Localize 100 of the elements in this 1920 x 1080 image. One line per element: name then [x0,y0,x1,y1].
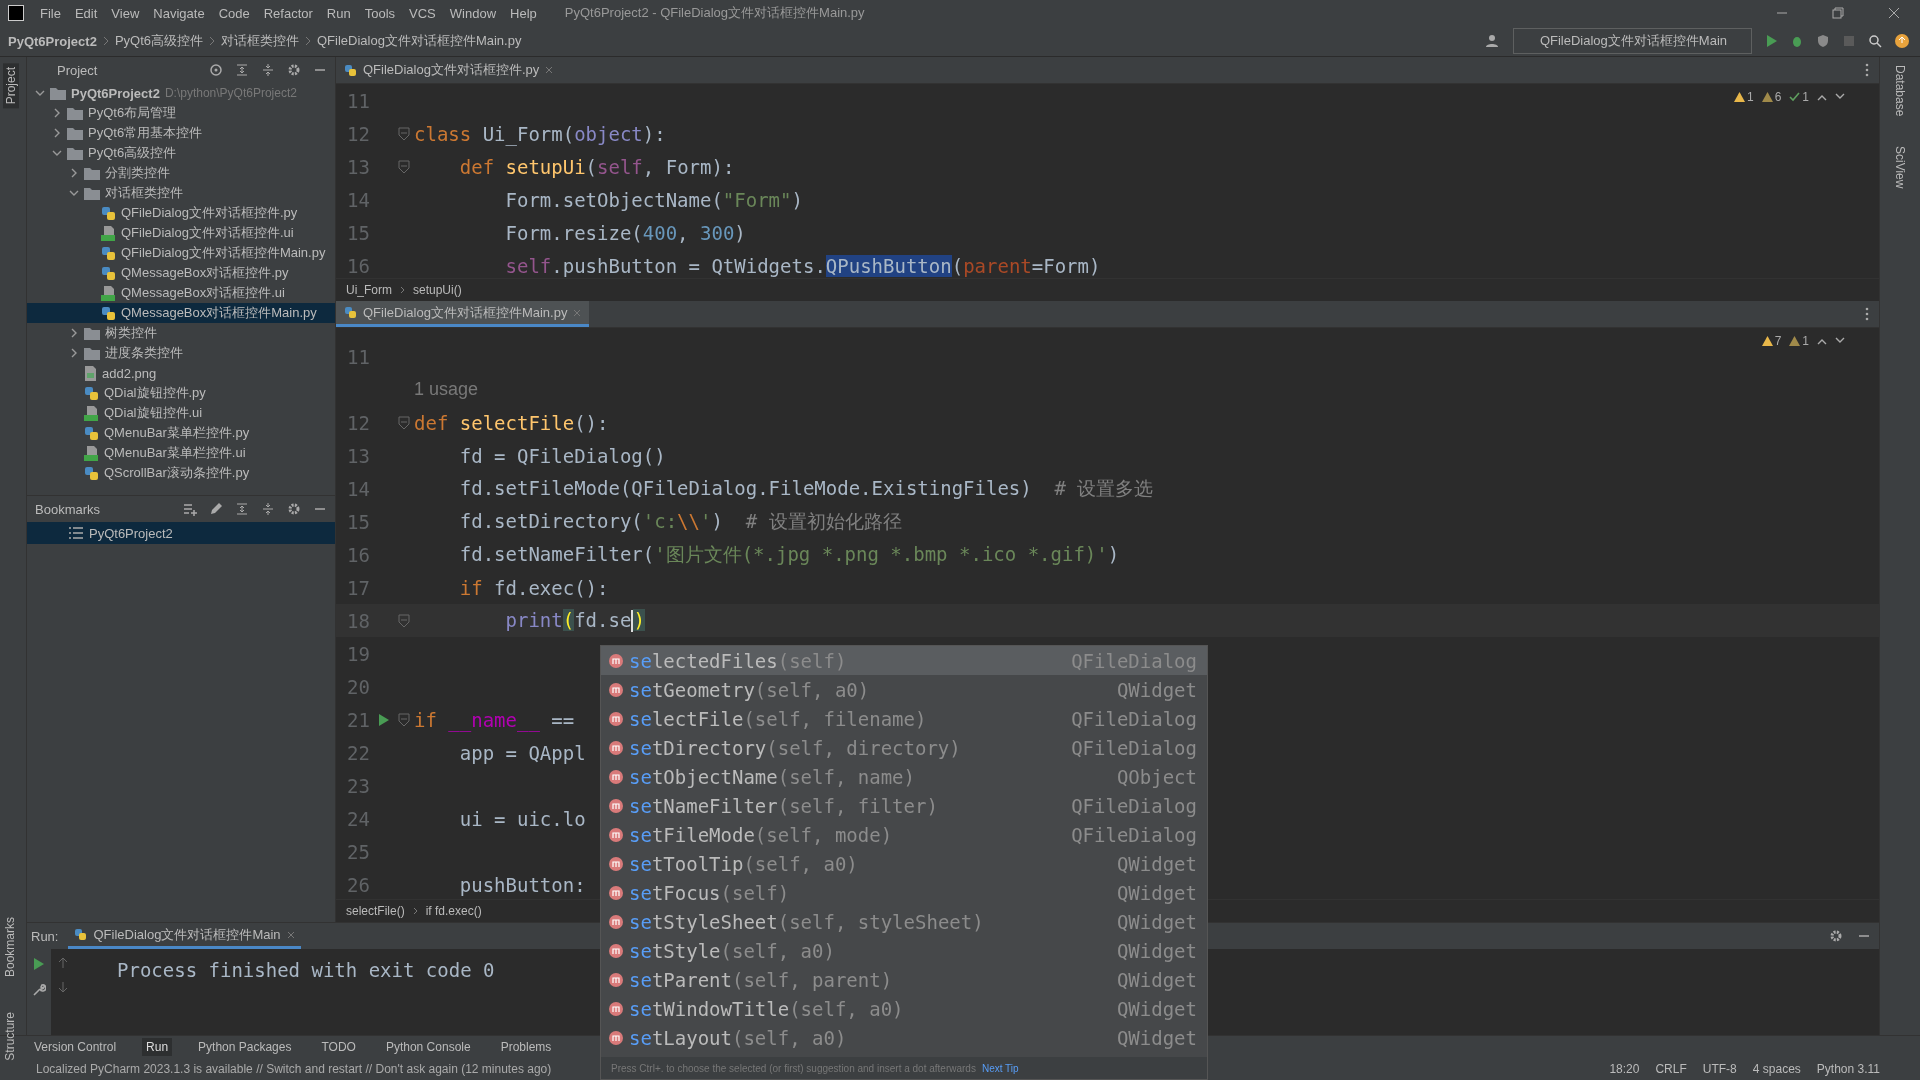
tree-item[interactable]: 分割类控件 [27,163,335,183]
tree-item[interactable]: QMessageBox对话框控件.ui [27,283,335,303]
tree-item[interactable]: 进度条类控件 [27,343,335,363]
run-configuration-dropdown[interactable]: QFileDialog文件对话框控件Main [1512,28,1752,54]
next-tip-link[interactable]: Next Tip [981,1062,1019,1074]
project-dropdown[interactable]: Project [35,62,98,78]
breadcrumb-item[interactable]: QFileDialog文件对话框控件Main.py [317,32,522,50]
breadcrumb-item[interactable]: setupUi() [413,283,462,297]
completion-item[interactable]: setWindowTitle(self, a0) QWidget [601,994,1207,1023]
inspection-count[interactable]: 7 [1761,334,1782,348]
shield-icon[interactable] [1816,34,1830,48]
menu-item[interactable]: Run [326,5,351,21]
tree-item[interactable]: QDial旋钮控件.py [27,383,335,403]
breadcrumb-item[interactable]: Ui_Form [346,283,392,297]
inspection-count[interactable]: 1 [1789,90,1809,104]
completion-item[interactable]: setFocus(self) QWidget [601,878,1207,907]
breadcrumb-item[interactable]: PyQt6Project2 [8,33,97,49]
tree-item[interactable]: 树类控件 [27,323,335,343]
tree-item[interactable]: QFileDialog文件对话框控件Main.py [27,243,335,263]
bookmark-item[interactable]: PyQt6Project2 [27,522,335,544]
pencil-icon[interactable] [209,502,223,516]
chevron-up-icon[interactable] [1817,337,1827,345]
completion-item[interactable]: setNameFilter(self, filter) QFileDialog [601,791,1207,820]
tree-item[interactable]: QDial旋钮控件.ui [27,403,335,423]
completion-item[interactable]: setObjectName(self, name) QObject [601,762,1207,791]
tool-window-tab[interactable]: Bookmarks [3,917,17,978]
tree-item[interactable]: QFileDialog文件对话框控件.ui [27,223,335,243]
run-icon[interactable] [33,957,45,971]
user-icon[interactable] [1484,34,1501,48]
fold-icon[interactable] [398,415,410,430]
tree-item[interactable]: QMessageBox对话框控件Main.py [27,303,335,323]
expand-all-icon[interactable] [235,63,249,77]
tool-window-tab[interactable]: Structure [3,1012,17,1061]
settings-icon[interactable] [1829,929,1843,943]
update-icon[interactable] [1894,33,1910,49]
completion-item[interactable]: setStyle(self, a0) QWidget [601,936,1207,965]
close-icon[interactable] [286,930,295,939]
completion-item[interactable]: setDirectory(self, directory) QFileDialog [601,733,1207,762]
run-icon[interactable] [1764,34,1778,48]
menu-item[interactable]: Code [218,5,250,21]
collapse-all-icon[interactable] [261,63,275,77]
tree-item[interactable]: QMessageBox对话框控件.py [27,263,335,283]
tree-item[interactable]: QFileDialog文件对话框控件.py [27,203,335,223]
breadcrumb-item[interactable]: PyQt6高级控件 [114,32,203,50]
editor-tab[interactable]: QFileDialog文件对话框控件Main.py [336,301,590,327]
breadcrumb-item[interactable]: 对话框类控件 [221,32,299,50]
locate-icon[interactable] [209,63,223,77]
status-item[interactable]: Python 3.11 [1816,1062,1880,1076]
tool-window-tab[interactable]: Run [142,1038,173,1056]
settings-icon[interactable] [287,502,301,516]
menu-item[interactable]: View [111,5,140,21]
breadcrumb-item[interactable]: selectFile() [346,904,405,918]
arrow-up-icon[interactable] [58,957,68,969]
tree-item[interactable]: QMenuBar菜单栏控件.ui [27,443,335,463]
close-icon[interactable] [545,66,554,74]
completion-item[interactable]: setFileMode(self, mode) QFileDialog [601,820,1207,849]
settings-icon[interactable] [287,63,301,77]
completion-item[interactable]: setGeometry(self, a0) QWidget [601,675,1207,704]
menu-item[interactable]: Window [449,5,497,21]
search-icon[interactable] [1868,34,1882,48]
tool-window-tab[interactable]: Python Packages [194,1038,296,1056]
close-icon[interactable] [1888,7,1900,19]
tool-window-tab[interactable]: Version Control [30,1038,121,1056]
fold-icon[interactable] [398,712,410,727]
inspection-count[interactable]: 1 [1733,90,1754,104]
completion-item[interactable]: setStyleSheet(self, styleSheet) QWidget [601,907,1207,936]
restore-icon[interactable] [1832,7,1844,19]
completion-item[interactable]: setToolTip(self, a0) QWidget [601,849,1207,878]
fold-icon[interactable] [398,126,410,141]
add-list-icon[interactable] [183,502,197,516]
inspection-count[interactable]: 1 [1789,334,1809,348]
tool-window-tab[interactable]: TODO [317,1038,360,1056]
tree-item[interactable]: 对话框类控件 [27,183,335,203]
wrench-icon[interactable] [32,983,46,997]
tree-item[interactable]: PyQt6高级控件 [27,143,335,163]
chevron-up-icon[interactable] [1817,93,1827,101]
collapse-all-icon[interactable] [261,502,275,516]
app-logo-icon[interactable] [8,5,24,21]
fold-icon[interactable] [398,159,410,174]
menu-item[interactable]: Help [510,5,537,21]
completion-item[interactable]: setParent(self, parent) QWidget [601,965,1207,994]
menu-item[interactable]: Navigate [153,5,205,21]
menu-item[interactable]: File [40,5,61,21]
run-configuration-tab[interactable]: QFileDialog文件对话框控件Main [68,923,301,949]
arrow-down-icon[interactable] [58,981,68,993]
tree-item[interactable]: PyQt6Project2 D:\python\PyQt6Project2 [27,83,335,103]
usage-hint[interactable]: 1 usage [414,379,479,400]
menu-item[interactable]: Refactor [263,5,313,21]
breadcrumb-item[interactable]: if fd.exec() [425,904,482,918]
status-item[interactable]: 18:20 [1609,1062,1640,1076]
tree-item[interactable]: add2.png [27,363,335,383]
tree-item[interactable]: QScrollBar滚动条控件.py [27,463,335,483]
more-icon[interactable] [1865,63,1869,77]
menu-item[interactable]: Edit [74,5,98,21]
tree-item[interactable]: PyQt6布局管理 [27,103,335,123]
tool-window-tab[interactable]: SciView [1893,146,1907,189]
tool-window-tab[interactable]: Python Console [381,1038,475,1056]
expand-all-icon[interactable] [235,502,249,516]
status-item[interactable]: CRLF [1655,1062,1687,1076]
status-message[interactable]: Localized PyCharm 2023.1.3 is available // Switch and restart // Don't ask again (12 minutes ago) [36,1062,552,1076]
